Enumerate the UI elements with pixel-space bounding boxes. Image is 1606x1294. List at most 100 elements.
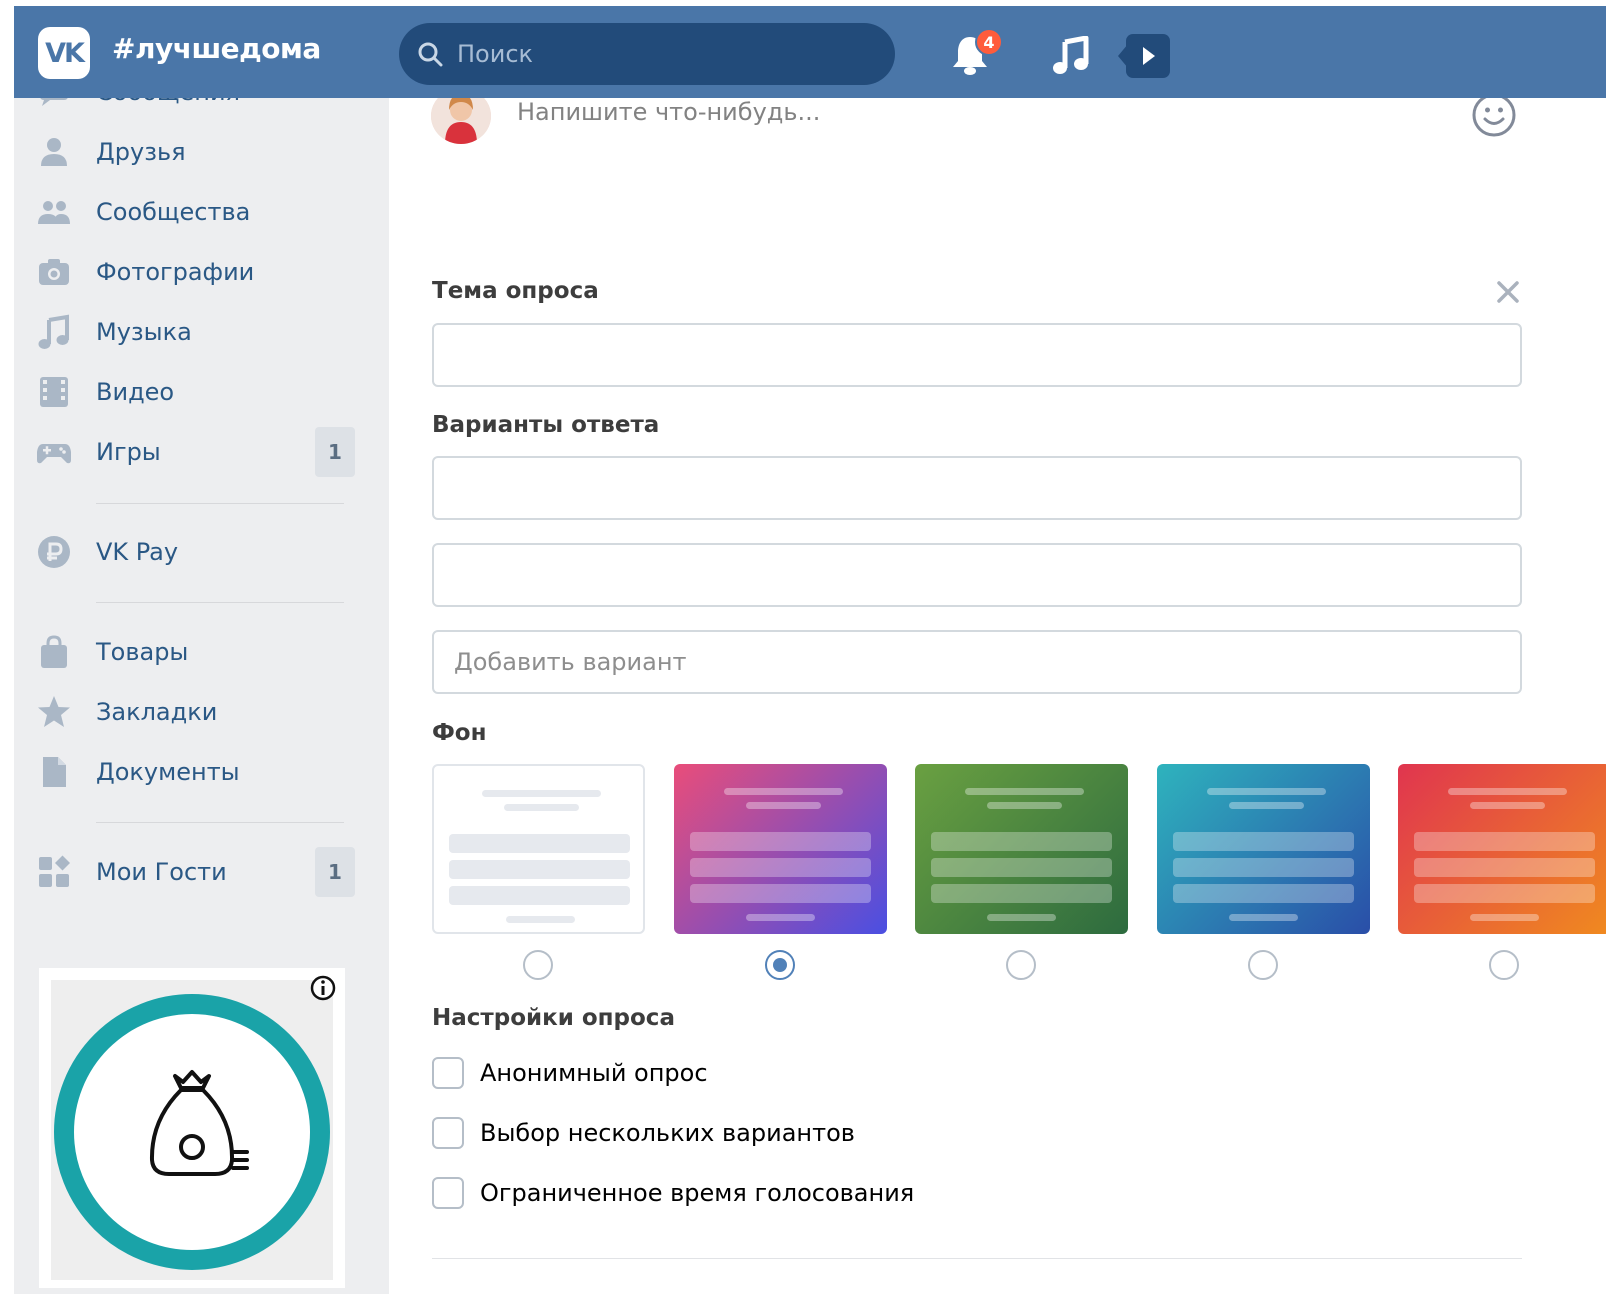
background-radio-teal-blue[interactable]: [1248, 950, 1278, 980]
background-option-white[interactable]: [432, 764, 645, 934]
preview-bar: [931, 832, 1112, 851]
ruble-icon: [38, 536, 70, 568]
poll-answer-input-2[interactable]: [432, 543, 1522, 607]
background-option-red-orange[interactable]: [1398, 764, 1606, 934]
sidebar-item-label: Товары: [96, 638, 189, 666]
preview-bar: [1173, 832, 1354, 851]
music-icon: [38, 314, 69, 349]
preview-line: [1448, 788, 1567, 795]
preview-bar: [1173, 858, 1354, 877]
search-input[interactable]: [457, 23, 877, 85]
camera-icon: [39, 259, 69, 285]
left-sidebar: Сообщения Друзья Сообщества Фотографии М…: [14, 98, 389, 1294]
preview-line: [1229, 802, 1304, 809]
music-icon[interactable]: [1052, 36, 1090, 76]
document-icon: [43, 757, 66, 787]
preview-line: [1207, 788, 1326, 795]
background-radio-green[interactable]: [1006, 950, 1036, 980]
preview-bar: [1414, 858, 1595, 877]
sidebar-divider: [96, 822, 344, 823]
search-icon: [418, 42, 443, 67]
limited-time-option[interactable]: Ограниченное время голосования: [432, 1175, 1332, 1211]
checkbox-label: Ограниченное время голосования: [480, 1179, 915, 1207]
background-option-pink-purple[interactable]: [674, 764, 887, 934]
sidebar-item-my-guests[interactable]: Мои Гости 1: [14, 842, 389, 902]
main-content: Напишите что-нибудь... Тема опроса Вариа…: [389, 98, 1606, 1294]
sidebar-item-goods[interactable]: Товары: [14, 622, 389, 682]
vk-logo[interactable]: VK: [38, 27, 90, 79]
guests-count-badge: 1: [315, 847, 355, 897]
sidebar-item-video[interactable]: Видео: [14, 362, 389, 422]
limited-time-checkbox[interactable]: [432, 1177, 464, 1209]
sidebar-item-games[interactable]: Игры 1: [14, 422, 389, 482]
ad-image[interactable]: [51, 980, 333, 1280]
sidebar-item-label: Закладки: [96, 698, 218, 726]
preview-line: [724, 788, 843, 795]
preview-bar: [931, 884, 1112, 903]
bag-icon: [41, 635, 67, 668]
poll-settings-label: Настройки опроса: [432, 1005, 675, 1031]
poll-answer-input-1[interactable]: [432, 456, 1522, 520]
preview-bar: [931, 858, 1112, 877]
preview-bar: [690, 884, 871, 903]
apps-icon: [39, 855, 70, 887]
sidebar-item-label: Игры: [96, 438, 161, 466]
sidebar-item-bookmarks[interactable]: Закладки: [14, 682, 389, 742]
sidebar-item-friends[interactable]: Друзья: [14, 122, 389, 182]
film-icon: [40, 377, 68, 407]
sidebar-item-label: Документы: [96, 758, 240, 786]
sidebar-ad[interactable]: [39, 968, 345, 1288]
sidebar-item-label: Видео: [96, 378, 175, 406]
sidebar-item-label: Музыка: [96, 318, 192, 346]
preview-line: [482, 790, 601, 797]
preview-bar: [1414, 832, 1595, 851]
preview-line: [987, 802, 1062, 809]
background-radio-pink-purple[interactable]: [765, 950, 795, 980]
poll-topic-input[interactable]: [432, 323, 1522, 387]
sidebar-item-label: Мои Гости: [96, 858, 227, 886]
video-player-icon[interactable]: [1116, 34, 1172, 78]
money-bag-illustration: [54, 994, 330, 1270]
close-icon[interactable]: [1494, 278, 1522, 306]
users-icon: [38, 201, 70, 224]
anonymous-poll-checkbox[interactable]: [432, 1057, 464, 1089]
checkbox-label: Выбор нескольких вариантов: [480, 1119, 855, 1147]
sidebar-item-photos[interactable]: Фотографии: [14, 242, 389, 302]
background-radio-red-orange[interactable]: [1489, 950, 1519, 980]
preview-bar: [449, 886, 630, 905]
preview-line: [1229, 914, 1298, 921]
emoji-icon[interactable]: [1471, 98, 1517, 138]
sidebar-item-vk-pay[interactable]: VK Pay: [14, 522, 389, 582]
poll-topic-label: Тема опроса: [432, 278, 599, 304]
background-option-teal-blue[interactable]: [1157, 764, 1370, 934]
sidebar-item-label: Сообщества: [96, 198, 251, 226]
user-avatar[interactable]: [431, 98, 491, 144]
background-option-green[interactable]: [915, 764, 1128, 934]
sidebar-item-messages[interactable]: Сообщения: [14, 98, 389, 122]
background-radio-white[interactable]: [523, 950, 553, 980]
add-option-input[interactable]: [432, 630, 1522, 694]
gamepad-icon: [37, 444, 71, 464]
sidebar-item-label: Фотографии: [96, 258, 255, 286]
multiple-choice-checkbox[interactable]: [432, 1117, 464, 1149]
hashtag-title[interactable]: #лучшедома: [112, 32, 321, 65]
preview-line: [965, 788, 1084, 795]
poll-answers-label: Варианты ответа: [432, 412, 660, 438]
post-composer-placeholder[interactable]: Напишите что-нибудь...: [517, 98, 820, 126]
multiple-choice-option[interactable]: Выбор нескольких вариантов: [432, 1115, 1332, 1151]
sidebar-item-label: Друзья: [96, 138, 186, 166]
sidebar-divider: [96, 602, 344, 603]
search-box[interactable]: [399, 23, 895, 85]
sidebar-item-communities[interactable]: Сообщества: [14, 182, 389, 242]
preview-line: [1470, 802, 1545, 809]
anonymous-poll-option[interactable]: Анонимный опрос: [432, 1055, 1332, 1091]
preview-line: [746, 802, 821, 809]
info-icon[interactable]: [309, 974, 337, 1002]
preview-bar: [690, 858, 871, 877]
preview-line: [1470, 914, 1539, 921]
preview-line: [746, 914, 815, 921]
notification-badge: 4: [975, 28, 1003, 56]
sidebar-item-documents[interactable]: Документы: [14, 742, 389, 802]
section-divider: [432, 1258, 1522, 1259]
sidebar-item-music[interactable]: Музыка: [14, 302, 389, 362]
